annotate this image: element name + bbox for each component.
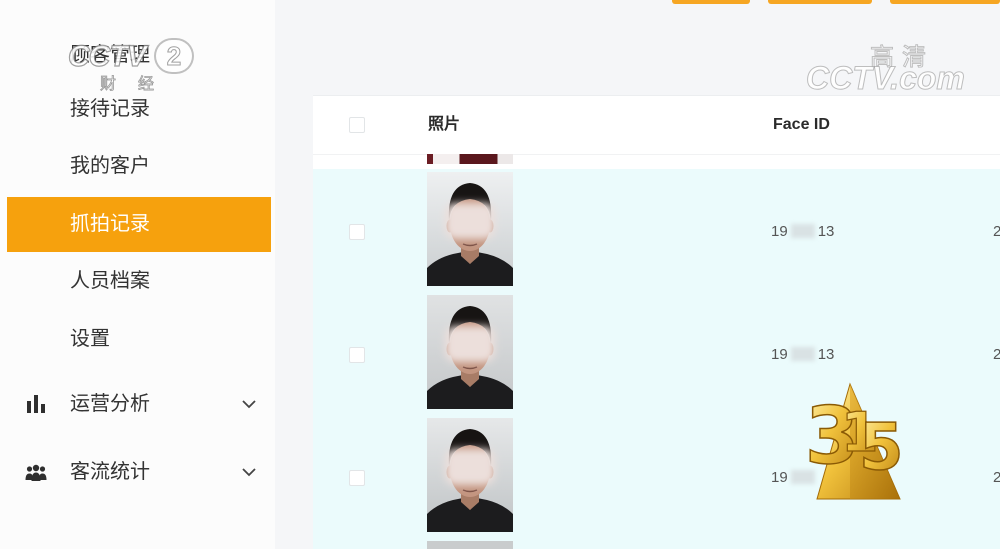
face-photo[interactable] bbox=[427, 418, 513, 532]
sidebar-item-person-archive[interactable]: 人员档案 bbox=[7, 253, 271, 309]
table-cell-next-column: 2 bbox=[993, 346, 1000, 364]
face-id-start: 19 bbox=[771, 346, 788, 363]
row-checkbox[interactable] bbox=[349, 347, 365, 363]
channel-logo-subtitle: 财经 bbox=[100, 76, 177, 94]
face-photo-partial[interactable] bbox=[427, 541, 513, 549]
table-row[interactable] bbox=[313, 538, 1000, 549]
photo-face-mosaic bbox=[445, 326, 495, 362]
face-id-start: 19 bbox=[771, 469, 788, 486]
face-id-mosaic bbox=[790, 224, 815, 238]
table-cell-next-column: 2 bbox=[993, 469, 1000, 487]
channel-logo-number: 2 bbox=[154, 38, 194, 74]
face-id-start: 19 bbox=[771, 223, 788, 240]
sidebar-item-label: 人员档案 bbox=[70, 270, 150, 292]
sidebar-item-label: 抓拍记录 bbox=[70, 213, 150, 235]
site-watermark: CCTV.com bbox=[806, 60, 966, 97]
sidebar-item-label: 我的客户 bbox=[70, 155, 150, 177]
face-id-end: 13 bbox=[817, 223, 835, 240]
bar-chart-icon bbox=[27, 395, 45, 413]
chevron-down-icon[interactable] bbox=[242, 468, 256, 477]
sidebar-item-capture-records[interactable]: 抓拍记录 bbox=[7, 197, 271, 252]
logo-315: 3 1 5 bbox=[804, 382, 903, 500]
toolbar-button[interactable] bbox=[672, 0, 750, 4]
people-icon bbox=[25, 464, 47, 481]
column-header-face-id[interactable]: Face ID bbox=[773, 116, 830, 134]
face-id-value: 19 13 bbox=[771, 223, 834, 241]
sidebar-item-traffic-statistics[interactable]: 客流统计 bbox=[7, 444, 271, 500]
face-photo-image bbox=[427, 295, 513, 409]
table-cell-next-column: 2 bbox=[993, 223, 1000, 241]
face-photo-image bbox=[427, 418, 513, 532]
toolbar-button[interactable] bbox=[768, 0, 872, 4]
photo-face-mosaic bbox=[445, 203, 495, 239]
select-all-checkbox[interactable] bbox=[349, 117, 365, 133]
table-row[interactable]: 1913 2 bbox=[313, 169, 1000, 292]
sidebar-item-label: 客流统计 bbox=[70, 461, 150, 483]
row-checkbox[interactable] bbox=[349, 224, 365, 240]
sidebar-item-label: 运营分析 bbox=[70, 393, 150, 415]
sidebar-item-settings[interactable]: 设置 bbox=[7, 311, 271, 367]
bar-chart-icon-bar bbox=[34, 395, 38, 413]
photo-face-mosaic bbox=[445, 449, 495, 485]
face-photo[interactable] bbox=[427, 295, 513, 409]
app-window: 顾客管理 接待记录 我的客户 抓拍记录 人员档案 设置 运营分析 客流统计 照片… bbox=[0, 0, 1000, 549]
sidebar-item-operations-analysis[interactable]: 运营分析 bbox=[7, 376, 271, 432]
sidebar-item-my-customers[interactable]: 我的客户 bbox=[7, 138, 271, 194]
sidebar-item-label: 设置 bbox=[70, 328, 110, 350]
face-id-value: 19 13 bbox=[771, 346, 834, 364]
chevron-down-icon[interactable] bbox=[242, 400, 256, 409]
bar-chart-icon-bar bbox=[41, 404, 45, 413]
face-id-mosaic bbox=[790, 347, 815, 361]
table-header: 照片 Face ID bbox=[313, 96, 1000, 155]
channel-logo-brand: CCTV bbox=[67, 39, 147, 73]
column-header-photo: 照片 bbox=[428, 116, 461, 133]
cctv2-channel-logo: CCTV 2 财经 bbox=[64, 38, 199, 98]
face-photo[interactable] bbox=[427, 172, 513, 286]
logo-315-digit: 5 bbox=[859, 411, 903, 485]
toolbar-button[interactable] bbox=[890, 0, 1000, 4]
face-photo-partial bbox=[427, 154, 513, 164]
row-checkbox[interactable] bbox=[349, 470, 365, 486]
face-photo-image bbox=[427, 172, 513, 286]
bar-chart-icon-bar bbox=[27, 401, 31, 413]
face-id-end: 13 bbox=[817, 346, 835, 363]
